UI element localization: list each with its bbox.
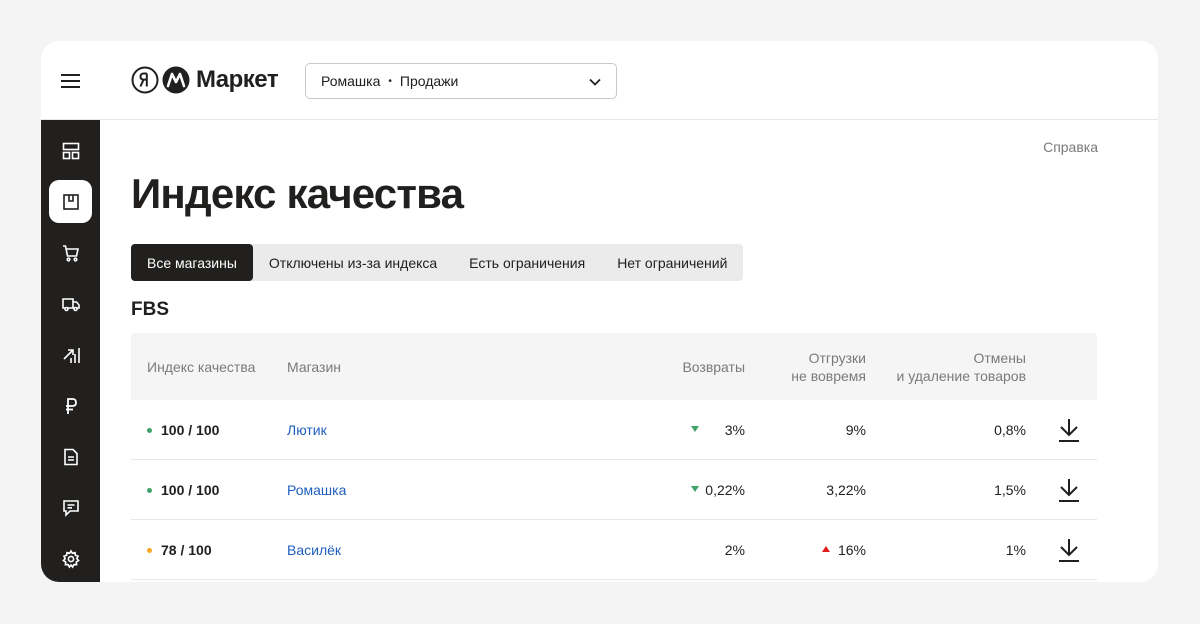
app-window: Маркет Ромашка • Продажи Справка Индекс … (41, 41, 1158, 582)
cancel-value: 1% (1005, 542, 1026, 558)
store-section: Продажи (399, 73, 459, 89)
col-cancellations: Отмены и удаление товаров (897, 349, 1027, 385)
score-value: 100 / 100 (161, 482, 220, 498)
help-link[interactable]: Справка (1043, 139, 1098, 155)
tab-all-stores[interactable]: Все магазины (131, 244, 253, 281)
chat-icon (62, 499, 79, 517)
section-title: FBS (131, 299, 169, 320)
nav-documents[interactable] (49, 435, 92, 478)
trend-down-icon (691, 486, 699, 492)
growth-chart-icon (62, 347, 80, 363)
cart-icon (62, 244, 79, 262)
cancel-value: 1,5% (994, 482, 1026, 498)
nav-quality[interactable] (49, 180, 92, 223)
col-index: Индекс качества (147, 359, 256, 375)
store-link[interactable]: Ромашка (287, 482, 346, 498)
status-dot-icon (147, 547, 152, 553)
menu-icon[interactable] (61, 72, 80, 88)
nav-messages[interactable] (49, 486, 92, 529)
filter-tabs: Все магазины Отключены из-за индекса Ест… (131, 244, 744, 281)
score-value: 78 / 100 (161, 542, 212, 558)
nav-dashboard[interactable] (49, 129, 92, 172)
download-icon[interactable] (1057, 477, 1081, 503)
store-link[interactable]: Лютик (287, 422, 327, 438)
quality-score: 100 / 100 (147, 422, 219, 438)
store-name: Ромашка (321, 73, 381, 89)
ruble-icon (65, 397, 77, 414)
status-dot-icon (147, 487, 152, 493)
dashboard-icon (62, 142, 79, 159)
late-value: 9% (845, 422, 866, 438)
document-icon (63, 448, 78, 465)
yandex-logo-icon (131, 66, 159, 94)
table-row: 100 / 100 Лютик 3% 9% 0,8% (131, 400, 1097, 460)
tab-no-restrictions[interactable]: Нет ограничений (601, 244, 743, 281)
download-icon[interactable] (1057, 417, 1081, 443)
quality-table: Индекс качества Магазин Возвраты Отгрузк… (131, 333, 1097, 580)
status-dot-icon (147, 427, 152, 433)
nav-analytics[interactable] (49, 333, 92, 376)
nav-shipments[interactable] (49, 282, 92, 325)
trend-down-icon (691, 426, 699, 432)
gear-icon (61, 548, 80, 568)
col-late-shipments: Отгрузки не вовремя (791, 349, 866, 385)
sidebar (41, 120, 100, 582)
main-content: Справка Индекс качества Все магазины Отк… (100, 120, 1158, 582)
col-late-line2: не вовремя (791, 368, 866, 384)
quality-score: 78 / 100 (147, 542, 212, 558)
late-value: 3,22% (826, 482, 866, 498)
market-logo-icon (162, 66, 190, 94)
trend-up-icon (822, 546, 830, 552)
returns-value: 3% (724, 422, 745, 438)
col-cancel-line2: и удаление товаров (896, 368, 1027, 384)
box-icon (62, 193, 79, 210)
store-selector[interactable]: Ромашка • Продажи (305, 63, 617, 99)
store-link[interactable]: Василёк (287, 542, 341, 558)
nav-finance[interactable] (49, 384, 92, 427)
table-row: 100 / 100 Ромашка 0,22% 3,22% 1,5% (131, 460, 1097, 520)
logo-text: Маркет (196, 66, 279, 93)
score-value: 100 / 100 (161, 422, 220, 438)
store-separator: • (388, 75, 392, 87)
page-title: Индекс качества (131, 170, 464, 217)
col-late-line1: Отгрузки (808, 350, 866, 366)
top-header: Маркет Ромашка • Продажи (41, 41, 1158, 120)
col-cancel-line1: Отмены (973, 350, 1026, 366)
cancel-value: 0,8% (994, 422, 1026, 438)
returns-value: 0,22% (705, 482, 745, 498)
col-returns: Возвраты (682, 359, 745, 375)
nav-settings[interactable] (49, 537, 92, 580)
table-row: 78 / 100 Василёк 2% 16% 1% (131, 520, 1097, 580)
download-icon[interactable] (1057, 537, 1081, 563)
logo[interactable]: Маркет (131, 65, 279, 95)
quality-score: 100 / 100 (147, 482, 219, 498)
chevron-down-icon (589, 78, 601, 86)
tab-disabled-by-index[interactable]: Отключены из-за индекса (253, 244, 453, 281)
returns-value: 2% (724, 542, 745, 558)
table-header: Индекс качества Магазин Возвраты Отгрузк… (131, 333, 1097, 400)
late-value: 16% (837, 542, 866, 558)
truck-icon (61, 297, 80, 311)
nav-orders[interactable] (49, 231, 92, 274)
tab-with-restrictions[interactable]: Есть ограничения (453, 244, 601, 281)
col-store: Магазин (287, 359, 342, 375)
